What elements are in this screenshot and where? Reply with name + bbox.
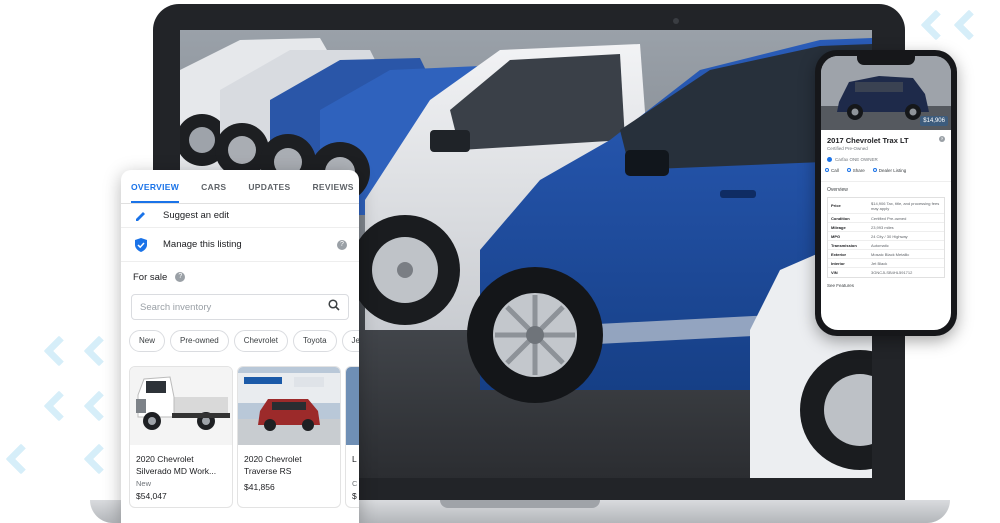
chevron-decoration-icon bbox=[920, 9, 952, 41]
specs-table: Price $14,906 Tax, title, and processing … bbox=[827, 197, 945, 278]
chevron-decoration-icon bbox=[43, 390, 75, 422]
chevron-decoration-icon bbox=[43, 335, 75, 367]
spec-value: Certified Pre-owned bbox=[871, 215, 907, 221]
filter-chips: New Pre-owned Chevrolet Toyota Jeep bbox=[121, 320, 359, 352]
business-profile-panel: OVERVIEW CARS UPDATES REVIEWS PH Suggest… bbox=[121, 170, 359, 523]
phone-screen: $14,906 2017 Chevrolet Trax LT ? Certifi… bbox=[821, 56, 951, 330]
laptop-base-notch bbox=[440, 500, 600, 508]
spec-value: Mosaic Black Metallic bbox=[871, 251, 910, 257]
tab-updates[interactable]: UPDATES bbox=[248, 170, 290, 203]
spec-row: Transmission Automatic bbox=[828, 241, 944, 250]
laptop-camera bbox=[673, 18, 679, 24]
spec-value: $14,906 Tax, title, and processing fees … bbox=[871, 200, 940, 211]
chevron-decoration-icon bbox=[83, 335, 115, 367]
dealer-name: Carfax ONE OWNER bbox=[835, 157, 878, 162]
vehicle-card[interactable]: L C $ bbox=[345, 366, 359, 508]
spec-key: Transmission bbox=[831, 242, 857, 248]
open-link-icon bbox=[872, 168, 877, 172]
tab-cars[interactable]: CARS bbox=[201, 170, 226, 203]
phone-notch bbox=[857, 56, 915, 65]
see-features-link[interactable]: See Features bbox=[821, 278, 951, 288]
search-inventory-box[interactable] bbox=[131, 294, 349, 320]
shield-check-icon bbox=[133, 237, 149, 253]
tab-reviews[interactable]: REVIEWS bbox=[312, 170, 353, 203]
chevron-decoration-icon bbox=[953, 9, 985, 41]
for-sale-header: For sale ? bbox=[121, 262, 359, 292]
vehicle-price: $54,047 bbox=[136, 491, 167, 501]
chip-new[interactable]: New bbox=[129, 330, 166, 352]
dealer-listing-button[interactable]: Dealer Listing bbox=[872, 168, 907, 181]
vehicle-title: 2020 Chevrolet Traverse RS bbox=[244, 454, 302, 476]
spec-key: Exterior bbox=[831, 251, 847, 257]
call-label: Call bbox=[831, 168, 839, 173]
help-icon[interactable]: ? bbox=[939, 136, 945, 142]
red-suv-image bbox=[238, 367, 340, 445]
location-pin-icon bbox=[827, 157, 832, 162]
spec-row: Interior Jet Black bbox=[828, 259, 944, 268]
chip-toyota[interactable]: Toyota bbox=[292, 330, 337, 352]
chip-chevrolet[interactable]: Chevrolet bbox=[233, 330, 288, 352]
vehicle-card[interactable]: 2020 Chevrolet Traverse RS $41,856 bbox=[237, 366, 341, 508]
vehicle-card[interactable]: 2020 Chevrolet Silverado MD Work... New … bbox=[129, 366, 233, 508]
overview-heading: Overview bbox=[827, 187, 848, 193]
vehicle-price: $41,856 bbox=[244, 482, 275, 492]
pencil-icon bbox=[133, 208, 149, 224]
price-badge: $14,906 bbox=[920, 116, 948, 126]
spec-row: Mileage 23,993 miles bbox=[828, 223, 944, 232]
chip-pre-owned[interactable]: Pre-owned bbox=[170, 330, 229, 352]
search-input[interactable] bbox=[140, 301, 328, 313]
spec-row: Condition Certified Pre-owned bbox=[828, 214, 944, 223]
manage-listing-label: Manage this listing bbox=[163, 239, 242, 250]
spec-key: VIN bbox=[831, 270, 838, 275]
for-sale-label: For sale bbox=[133, 271, 168, 283]
phone-frame: $14,906 2017 Chevrolet Trax LT ? Certifi… bbox=[815, 50, 957, 336]
chevron-decoration-icon bbox=[83, 443, 115, 475]
phone-icon bbox=[825, 168, 829, 172]
share-label: Share bbox=[852, 168, 865, 173]
spec-key: Mileage bbox=[831, 224, 846, 230]
help-icon[interactable]: ? bbox=[175, 272, 186, 282]
spec-key: Interior bbox=[831, 260, 845, 266]
vehicle-condition: C bbox=[352, 479, 358, 488]
share-button[interactable]: Share bbox=[846, 168, 865, 181]
spec-row: VIN 3GNCJLSB4HL591712 bbox=[828, 268, 944, 277]
spec-row: MPG 24 City / 30 Highway bbox=[828, 232, 944, 241]
listing-title-text: 2017 Chevrolet Trax LT bbox=[827, 136, 909, 145]
tab-overview[interactable]: OVERVIEW bbox=[131, 170, 180, 203]
help-icon[interactable]: ? bbox=[337, 239, 347, 250]
vehicle-price: $ bbox=[352, 491, 357, 501]
dealer-listing-label: Dealer Listing bbox=[878, 168, 907, 173]
spec-value: 3GNCJLSB4HL591712 bbox=[871, 270, 913, 275]
manage-listing-row[interactable]: Manage this listing ? bbox=[121, 228, 359, 262]
panel-tabs: OVERVIEW CARS UPDATES REVIEWS PH bbox=[121, 170, 359, 204]
spec-value: Jet Black bbox=[871, 260, 888, 266]
dealer-line: Carfax ONE OWNER bbox=[821, 151, 951, 162]
marketing-stage: OVERVIEW CARS UPDATES REVIEWS PH Suggest… bbox=[0, 0, 1000, 523]
spec-row: Price $14,906 Tax, title, and processing … bbox=[828, 198, 944, 214]
vehicle-title: L bbox=[352, 454, 357, 464]
suggest-edit-row[interactable]: Suggest an edit bbox=[121, 204, 359, 228]
chevron-decoration-icon bbox=[83, 390, 115, 422]
spec-value: 23,993 miles bbox=[871, 224, 894, 230]
inventory-cards: 2020 Chevrolet Silverado MD Work... New … bbox=[121, 352, 359, 508]
suggest-edit-label: Suggest an edit bbox=[163, 210, 230, 221]
spec-key: MPG bbox=[831, 233, 841, 239]
spec-value: Automatic bbox=[871, 242, 889, 248]
spec-value: 24 City / 30 Highway bbox=[871, 233, 908, 239]
listing-actions: Call Share Dealer Listing bbox=[821, 162, 951, 182]
spec-key: Condition bbox=[831, 215, 850, 221]
spec-row: Exterior Mosaic Black Metallic bbox=[828, 250, 944, 259]
search-icon[interactable] bbox=[328, 298, 340, 316]
chip-jeep[interactable]: Jeep bbox=[341, 330, 359, 352]
spec-key: Price bbox=[831, 203, 841, 208]
share-icon bbox=[846, 168, 851, 172]
listing-photo: $14,906 bbox=[821, 56, 951, 130]
white-truck-image bbox=[130, 367, 232, 445]
vehicle-condition: New bbox=[136, 479, 152, 488]
vehicle-title: 2020 Chevrolet Silverado MD Work... bbox=[136, 454, 217, 476]
call-button[interactable]: Call bbox=[825, 168, 839, 181]
listing-title: 2017 Chevrolet Trax LT ? bbox=[821, 130, 951, 145]
vehicle-image bbox=[346, 367, 359, 445]
chevron-decoration-icon bbox=[5, 443, 37, 475]
